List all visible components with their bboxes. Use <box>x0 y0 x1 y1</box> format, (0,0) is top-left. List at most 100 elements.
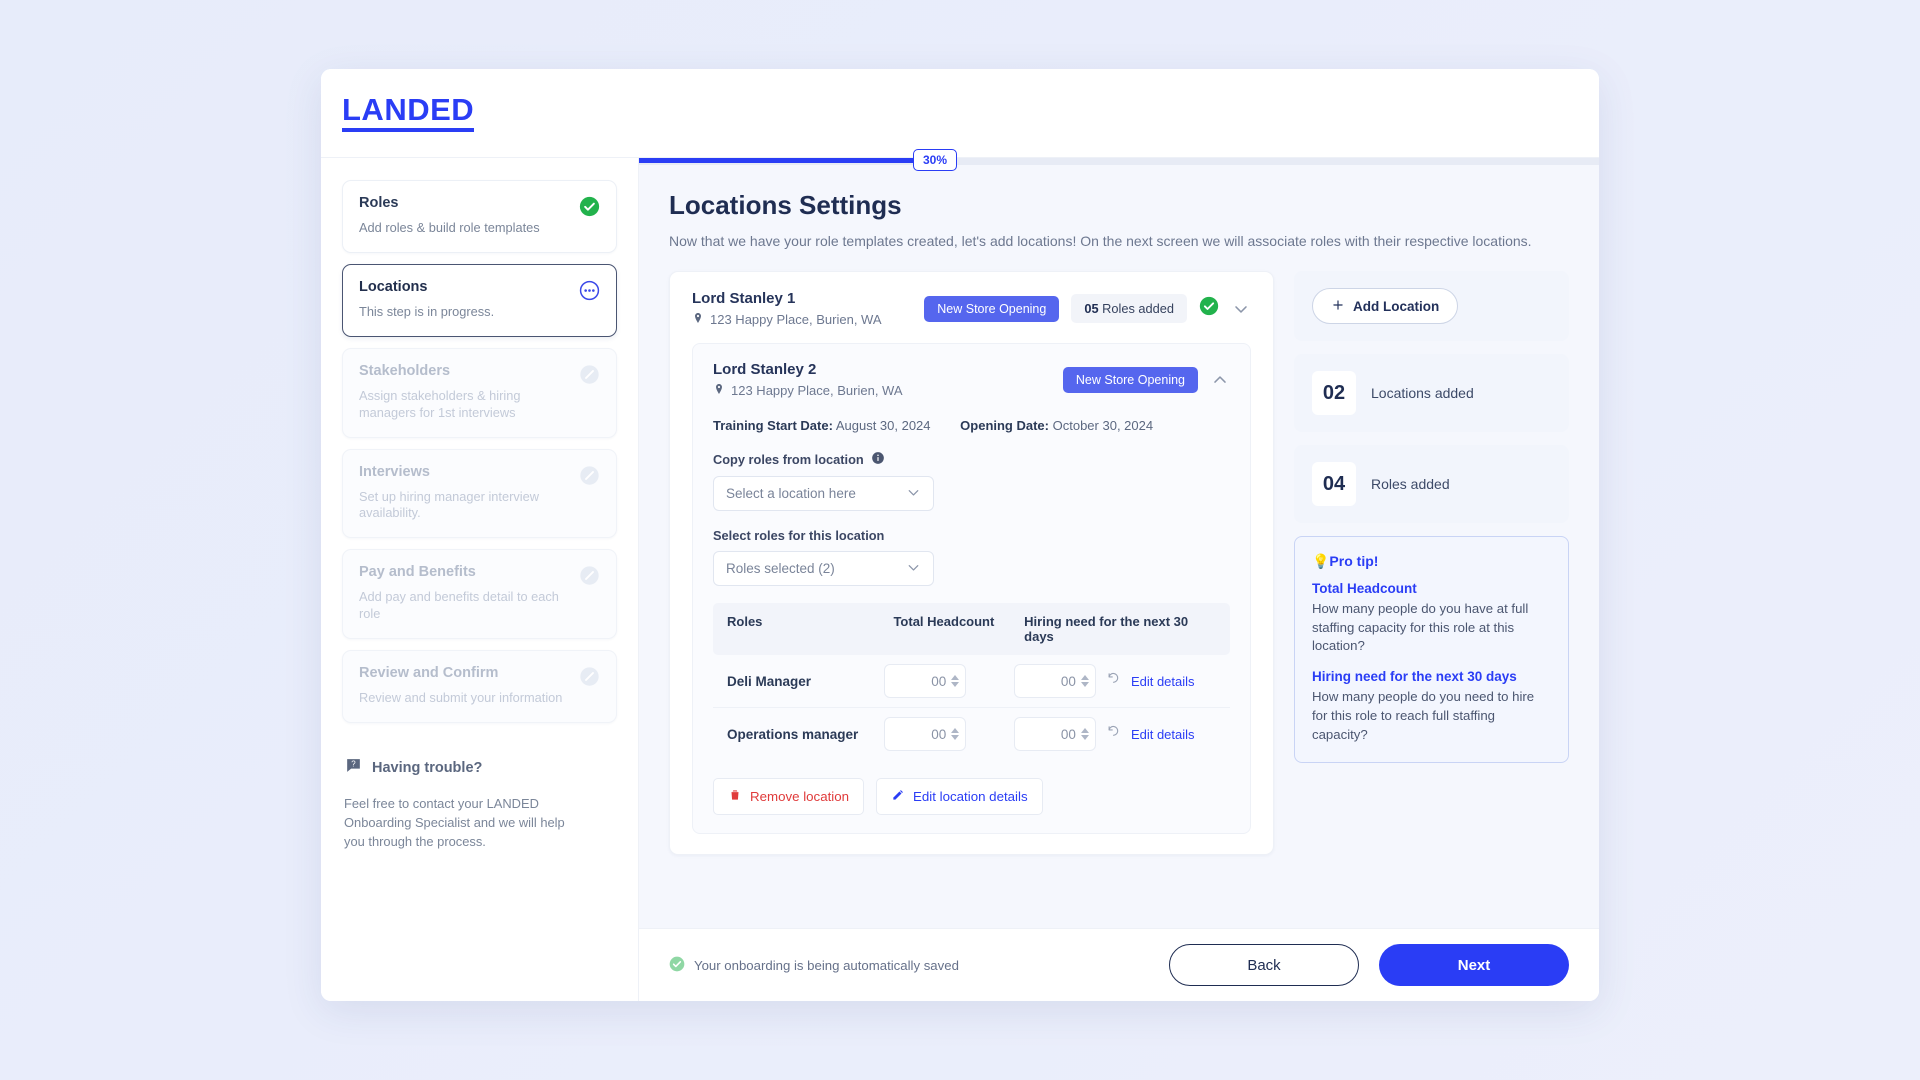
sidebar-item-review-and-confirm[interactable]: Review and Confirm Review and submit you… <box>342 650 617 724</box>
step-title: Roles <box>359 195 399 211</box>
sidebar-item-roles[interactable]: Roles Add roles & build role templates <box>342 180 617 253</box>
location-actions: Remove location Edit location details <box>713 778 1230 815</box>
pro-tip-text-1: How many people do you have at full staf… <box>1312 601 1529 654</box>
sidebar-item-stakeholders[interactable]: Stakeholders Assign stakeholders & hirin… <box>342 347 617 438</box>
column-header-hiring-need: Hiring need for the next 30 days <box>1024 614 1189 644</box>
step-title: Locations <box>359 278 428 295</box>
progress-percent-badge: 30% <box>913 149 958 171</box>
chevron-down-icon <box>905 484 922 504</box>
step-title: Interviews <box>359 463 430 480</box>
back-button[interactable]: Back <box>1169 944 1359 986</box>
stat-roles-added: 04 Roles added <box>1294 445 1569 523</box>
location-dates: Training Start Date: August 30, 2024 Ope… <box>713 418 1230 433</box>
opening-date-value: October 30, 2024 <box>1052 418 1154 433</box>
map-pin-icon <box>692 312 704 327</box>
steps-sidebar: Roles Add roles & build role templates L… <box>321 158 639 1001</box>
role-name: Deli Manager <box>727 673 812 689</box>
brand-bar: LANDED <box>321 69 1599 158</box>
page-title: Locations Settings <box>669 190 902 220</box>
headcount-stepper[interactable]: 00 <box>884 717 967 751</box>
select-roles-label-row: Select roles for this location <box>713 528 1230 543</box>
right-rail: Add Location 02 Locations added 04 Roles… <box>1294 271 1569 764</box>
hiring-need-stepper[interactable]: 00 <box>1013 664 1096 698</box>
stepper-arrows-icon[interactable] <box>951 675 960 687</box>
chevron-up-icon[interactable] <box>1210 370 1230 390</box>
locations-card: Lord Stanley 1 123 Happy Place, Burien, … <box>669 271 1274 855</box>
opening-date-label: Opening Date: <box>960 418 1049 433</box>
headcount-stepper[interactable]: 00 <box>884 664 967 698</box>
add-location-button[interactable]: Add Location <box>1312 288 1459 324</box>
next-button[interactable]: Next <box>1379 944 1569 986</box>
edit-location-details-button[interactable]: Edit location details <box>876 778 1043 815</box>
headcount-value: 00 <box>931 673 947 689</box>
app-window: LANDED Roles Add roles & build role temp… <box>321 69 1599 1001</box>
stat-label: Locations added <box>1371 385 1474 401</box>
pro-tip-title-2: Hiring need for the next 30 days <box>1312 669 1517 685</box>
sidebar-item-pay-and-benefits[interactable]: Pay and Benefits Add pay and benefits de… <box>342 549 617 640</box>
remove-location-label: Remove location <box>750 789 850 804</box>
help-body: Feel free to contact your LANDED Onboard… <box>344 796 565 850</box>
stepper-arrows-icon[interactable] <box>1080 675 1089 687</box>
map-pin-icon <box>713 383 725 398</box>
add-location-box: Add Location <box>1294 271 1569 341</box>
stat-locations-added: 02 Locations added <box>1294 354 1569 432</box>
step-description: Review and submit your information <box>359 690 563 706</box>
copy-roles-label-row: Copy roles from location <box>713 451 1230 468</box>
step-description: Set up hiring manager interview availabi… <box>359 488 539 521</box>
location-row-2[interactable]: Lord Stanley 2 123 Happy Place, Burien, … <box>713 361 1230 398</box>
roles-count: 05 <box>1084 301 1099 316</box>
location-address-text: 123 Happy Place, Burien, WA <box>710 312 882 327</box>
stepper-arrows-icon[interactable] <box>1080 728 1089 740</box>
chevron-down-icon <box>905 559 922 579</box>
roles-added-badge: 05 Roles added <box>1071 294 1187 323</box>
stepper-arrows-icon[interactable] <box>951 728 960 740</box>
edit-details-link[interactable]: Edit details <box>1131 727 1195 742</box>
location-row-1[interactable]: Lord Stanley 1 123 Happy Place, Burien, … <box>692 290 1251 327</box>
progress-bar: 30% <box>639 149 1599 171</box>
trash-icon <box>728 788 742 805</box>
question-bubble-icon: ? <box>344 756 363 780</box>
help-section: ? Having trouble? Feel free to contact y… <box>342 756 617 851</box>
training-start-value: August 30, 2024 <box>835 418 931 433</box>
edit-pencil-icon <box>891 788 905 805</box>
hiring-need-stepper[interactable]: 00 <box>1013 717 1096 751</box>
step-title: Review and Confirm <box>359 665 499 682</box>
column-header-total-headcount: Total Headcount <box>893 614 995 629</box>
edit-details-link[interactable]: Edit details <box>1131 674 1195 689</box>
roles-table: Roles Total Headcount Hiring need for th… <box>713 603 1230 760</box>
pro-tip-panel: 💡Pro tip! Total Headcount How many peopl… <box>1294 536 1569 764</box>
info-icon[interactable] <box>871 451 885 468</box>
column-header-roles: Roles <box>727 614 763 629</box>
reset-icon[interactable] <box>1106 671 1121 691</box>
table-row: Deli Manager 00 00 Edit details <box>713 655 1230 708</box>
stat-value: 02 <box>1312 371 1356 415</box>
copy-roles-select[interactable]: Select a location here <box>713 476 934 511</box>
location-name: Lord Stanley 2 <box>713 361 817 378</box>
landed-logo[interactable]: LANDED <box>342 93 475 133</box>
step-description: Add pay and benefits detail to each role <box>359 589 559 622</box>
step-title: Pay and Benefits <box>359 564 476 581</box>
headcount-value: 00 <box>931 726 947 742</box>
select-roles-label: Select roles for this location <box>713 528 885 543</box>
table-header-row: Roles Total Headcount Hiring need for th… <box>713 603 1230 655</box>
locked-circle-icon <box>579 565 600 586</box>
reset-icon[interactable] <box>1106 724 1121 744</box>
sidebar-item-locations[interactable]: Locations This step is in progress. <box>342 263 617 337</box>
pro-tip-title-1: Total Headcount <box>1312 581 1417 596</box>
progress-fill <box>639 158 927 163</box>
remove-location-button[interactable]: Remove location <box>713 778 865 815</box>
roles-added-label: Roles added <box>1102 301 1174 316</box>
sidebar-item-interviews[interactable]: Interviews Set up hiring manager intervi… <box>342 448 617 539</box>
chevron-down-icon[interactable] <box>1231 299 1251 319</box>
edit-location-details-label: Edit location details <box>913 789 1028 804</box>
help-title: Having trouble? <box>372 760 483 777</box>
stat-label: Roles added <box>1371 476 1450 492</box>
step-title: Stakeholders <box>359 362 451 379</box>
check-circle-icon <box>579 196 600 217</box>
stat-value: 04 <box>1312 462 1356 506</box>
locked-circle-icon <box>579 465 600 486</box>
select-roles-select[interactable]: Roles selected (2) <box>713 551 934 586</box>
select-roles-value: Roles selected (2) <box>726 561 835 576</box>
location-tag: New Store Opening <box>1062 366 1198 393</box>
check-circle-icon <box>1199 296 1219 321</box>
